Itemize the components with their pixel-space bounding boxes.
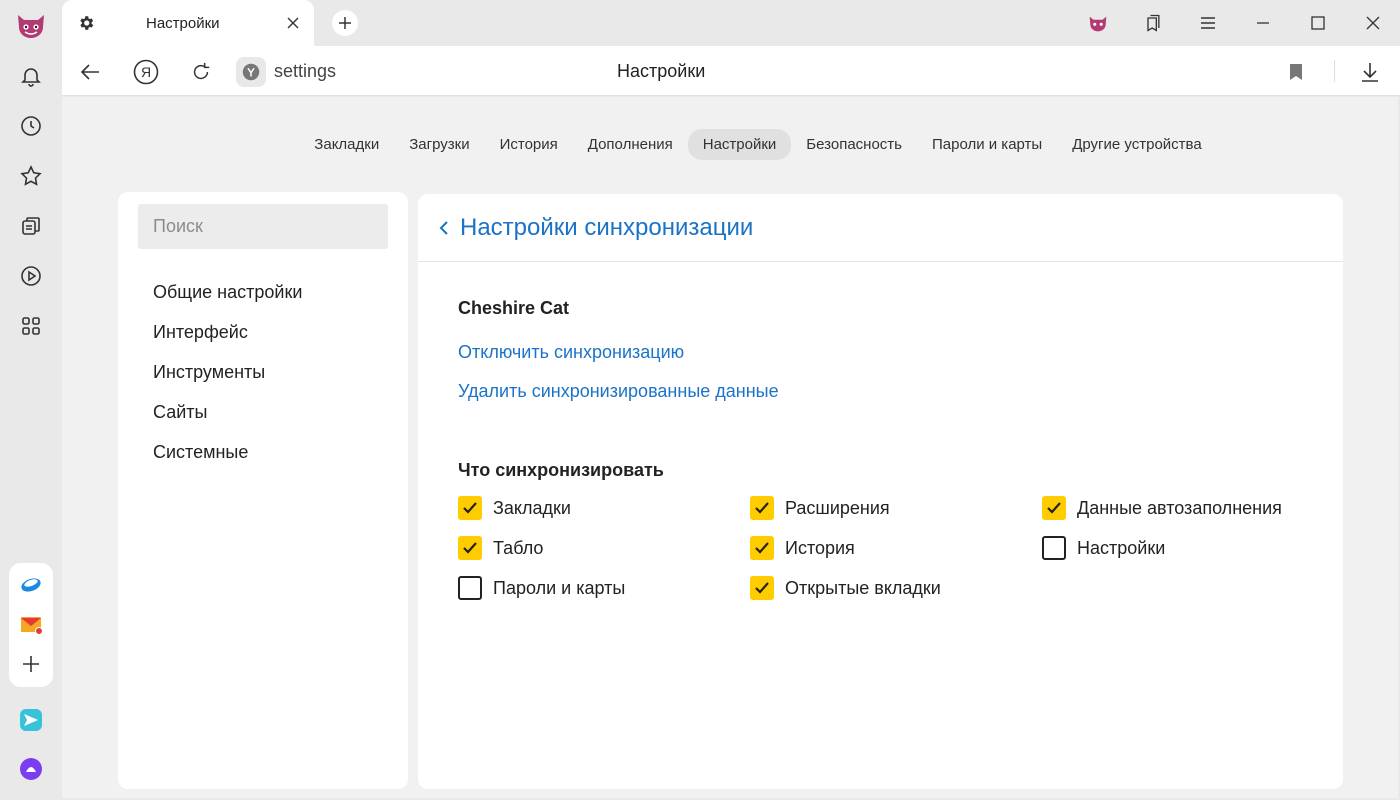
play-icon[interactable] <box>11 256 51 296</box>
checkbox[interactable] <box>750 496 774 520</box>
apps-icon[interactable] <box>11 306 51 346</box>
clock-icon[interactable] <box>11 106 51 146</box>
toolbar-divider <box>1334 60 1335 82</box>
sync-option-settings[interactable]: Настройки <box>1042 535 1165 561</box>
svg-text:Я: Я <box>141 64 151 80</box>
settings-search-input[interactable] <box>138 204 388 249</box>
address-bar: Я settings Настройки <box>62 46 1400 96</box>
menu-icon[interactable] <box>1180 0 1235 46</box>
settings-side-menu: Общие настройки Интерфейс Инструменты Са… <box>118 192 408 789</box>
yandex-logo-icon[interactable]: Я <box>132 58 160 86</box>
sync-header: Настройки синхронизации <box>418 194 1343 262</box>
topnav-passwords[interactable]: Пароли и карты <box>917 129 1057 160</box>
option-label: Данные автозаполнения <box>1077 497 1282 518</box>
profile-cat-icon[interactable] <box>1070 0 1125 46</box>
sync-options-grid: Закладки Расширения Данные автозаполнени… <box>458 495 1343 615</box>
disable-sync-link[interactable]: Отключить синхронизацию <box>458 342 1343 363</box>
download-icon[interactable] <box>1357 59 1383 85</box>
option-label: Расширения <box>785 497 890 518</box>
page-title: Настройки <box>617 61 706 81</box>
menu-item-system[interactable]: Системные <box>153 442 302 482</box>
topnav-security[interactable]: Безопасность <box>791 129 917 160</box>
option-label: Открытые вкладки <box>785 577 941 598</box>
sync-option-history[interactable]: История <box>750 535 855 561</box>
option-label: История <box>785 537 855 558</box>
maximize-icon[interactable] <box>1290 0 1345 46</box>
checkbox[interactable] <box>458 536 482 560</box>
close-window-icon[interactable] <box>1345 0 1400 46</box>
disk-icon[interactable] <box>11 564 51 604</box>
sync-option-autofill[interactable]: Данные автозаполнения <box>1042 495 1282 521</box>
alice-icon[interactable] <box>11 749 51 789</box>
menu-item-interface[interactable]: Интерфейс <box>153 322 302 362</box>
menu-item-tools[interactable]: Инструменты <box>153 362 302 402</box>
settings-menu: Общие настройки Интерфейс Инструменты Са… <box>153 282 302 482</box>
tab-strip: Настройки <box>62 0 1400 46</box>
option-label: Закладки <box>493 497 571 518</box>
sync-settings-panel: Настройки синхронизации Cheshire Cat Отк… <box>418 194 1343 789</box>
topnav-history[interactable]: История <box>485 129 573 160</box>
option-label: Пароли и карты <box>493 577 626 598</box>
sync-option-tableau[interactable]: Табло <box>458 535 543 561</box>
checkbox[interactable] <box>750 576 774 600</box>
close-tab-icon[interactable] <box>284 14 302 32</box>
account-name: Cheshire Cat <box>458 298 570 318</box>
sync-option-bookmarks[interactable]: Закладки <box>458 495 571 521</box>
messenger-icon[interactable] <box>11 700 51 740</box>
topnav-settings[interactable]: Настройки <box>687 129 792 160</box>
site-shield-icon[interactable] <box>236 57 266 87</box>
back-arrow-icon[interactable] <box>76 58 104 86</box>
browser-sidebar <box>0 0 62 800</box>
gear-icon <box>76 13 96 33</box>
sync-option-open-tabs[interactable]: Открытые вкладки <box>750 575 941 601</box>
sync-option-passwords[interactable]: Пароли и карты <box>458 575 625 601</box>
menu-item-sites[interactable]: Сайты <box>153 402 302 442</box>
checkbox[interactable] <box>750 536 774 560</box>
option-label: Табло <box>493 537 544 558</box>
reload-icon[interactable] <box>187 58 215 86</box>
minimize-icon[interactable] <box>1235 0 1290 46</box>
settings-page: Закладки Загрузки История Дополнения Нас… <box>62 97 1398 798</box>
chevron-left-icon[interactable] <box>436 218 452 238</box>
sync-settings-title[interactable]: Настройки синхронизации <box>460 214 753 242</box>
mail-icon[interactable] <box>11 604 51 644</box>
topnav-extensions[interactable]: Дополнения <box>573 129 688 160</box>
url-text[interactable]: settings <box>274 61 336 82</box>
checkbox[interactable] <box>458 576 482 600</box>
tab-title: Настройки <box>146 14 220 32</box>
checkbox[interactable] <box>458 496 482 520</box>
collections-icon[interactable] <box>11 206 51 246</box>
new-tab-button[interactable] <box>332 10 358 36</box>
bookmark-icon[interactable] <box>1283 59 1309 85</box>
collections-toolbar-icon[interactable] <box>1125 0 1180 46</box>
tab-settings[interactable]: Настройки <box>62 0 314 46</box>
topnav-downloads[interactable]: Загрузки <box>394 129 484 160</box>
profile-avatar-icon[interactable] <box>14 8 48 42</box>
sync-body: Cheshire Cat Отключить синхронизацию Уда… <box>458 298 1343 615</box>
add-service-icon[interactable] <box>11 644 51 684</box>
sync-section-title: Что синхронизировать <box>458 460 664 480</box>
topnav-bookmarks[interactable]: Закладки <box>299 129 394 160</box>
menu-item-general[interactable]: Общие настройки <box>153 282 302 322</box>
checkbox[interactable] <box>1042 496 1066 520</box>
bell-icon[interactable] <box>11 56 51 96</box>
delete-synced-data-link[interactable]: Удалить синхронизированные данные <box>458 381 1343 402</box>
topnav-other-devices[interactable]: Другие устройства <box>1057 129 1216 160</box>
window-controls <box>1070 0 1400 46</box>
settings-top-nav: Закладки Загрузки История Дополнения Нас… <box>62 129 1398 160</box>
sync-option-extensions[interactable]: Расширения <box>750 495 890 521</box>
option-label: Настройки <box>1077 537 1166 558</box>
star-icon[interactable] <box>11 156 51 196</box>
checkbox[interactable] <box>1042 536 1066 560</box>
